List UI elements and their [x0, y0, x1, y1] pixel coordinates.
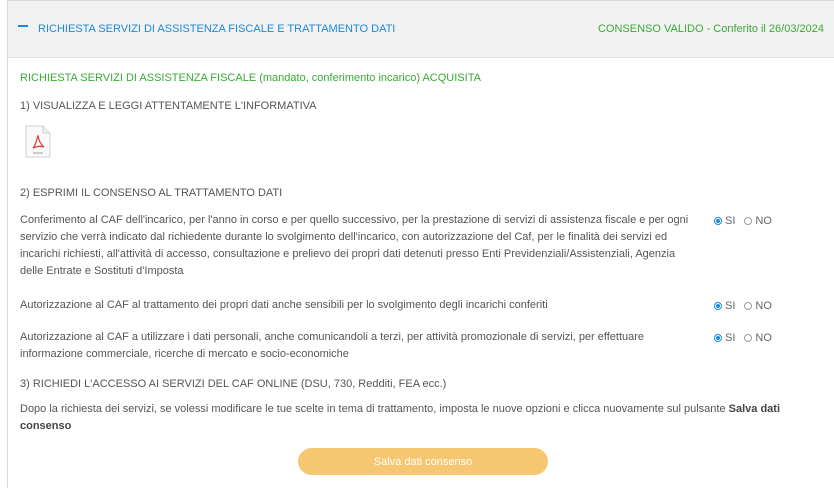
radio-no-2[interactable]: NO — [744, 300, 772, 312]
consent-radio-group-2: SI NO — [714, 300, 781, 312]
collapse-minus-icon[interactable] — [18, 18, 30, 32]
step-1-heading: 1) VISUALIZZA E LEGGI ATTENTAMENTE L'INF… — [20, 100, 317, 112]
radio-selected-icon — [714, 302, 722, 310]
radio-si-1[interactable]: SI — [714, 215, 735, 227]
save-consent-button[interactable]: Salva dati consenso — [298, 448, 548, 475]
radio-no-1[interactable]: NO — [744, 215, 772, 227]
radio-si-2[interactable]: SI — [714, 300, 735, 312]
note-text: Dopo la richiesta dei servizi, se voless… — [20, 403, 726, 415]
pdf-file-icon[interactable] — [25, 125, 51, 158]
radio-si-label: SI — [725, 300, 736, 312]
consent-radio-group-3: SI NO — [714, 332, 781, 344]
acquired-main: RICHIESTA SERVIZI DI ASSISTENZA FISCALE — [20, 72, 257, 84]
radio-no-label: NO — [755, 332, 772, 344]
radio-si-label: SI — [725, 332, 736, 344]
radio-no-label: NO — [755, 300, 772, 312]
radio-no-label: NO — [755, 215, 772, 227]
acquired-detail: (mandato, conferimento incarico) ACQUISI… — [259, 72, 481, 84]
info-note: Dopo la richiesta dei servizi, se voless… — [20, 401, 830, 435]
panel-header[interactable]: RICHIESTA SERVIZI DI ASSISTENZA FISCALE … — [8, 1, 834, 58]
radio-selected-icon — [714, 217, 722, 225]
radio-no-3[interactable]: NO — [744, 332, 772, 344]
step-2-heading: 2) ESPRIMI IL CONSENSO AL TRATTAMENTO DA… — [20, 187, 283, 199]
consent-status: CONSENSO VALIDO - Conferito il 26/03/202… — [597, 23, 824, 35]
consent-panel: RICHIESTA SERVIZI DI ASSISTENZA FISCALE … — [7, 0, 834, 488]
panel-title[interactable]: RICHIESTA SERVIZI DI ASSISTENZA FISCALE … — [38, 23, 395, 35]
radio-si-3[interactable]: SI — [714, 332, 735, 344]
consent-text-1: Conferimento al CAF dell'incarico, per l… — [20, 214, 689, 277]
radio-empty-icon — [744, 217, 753, 225]
radio-si-label: SI — [725, 215, 736, 227]
consent-text-3: Autorizzazione al CAF a utilizzare i dat… — [20, 331, 645, 360]
radio-empty-icon — [744, 302, 753, 310]
radio-selected-icon — [714, 334, 722, 342]
acquired-message: RICHIESTA SERVIZI DI ASSISTENZA FISCALE … — [20, 72, 481, 84]
consent-radio-group-1: SI NO — [714, 215, 781, 227]
step-3-heading: 3) RICHIEDI L'ACCESSO AI SERVIZI DEL CAF… — [20, 378, 447, 390]
radio-empty-icon — [744, 334, 753, 342]
consent-text-2: Autorizzazione al CAF al trattamento dei… — [20, 299, 548, 311]
